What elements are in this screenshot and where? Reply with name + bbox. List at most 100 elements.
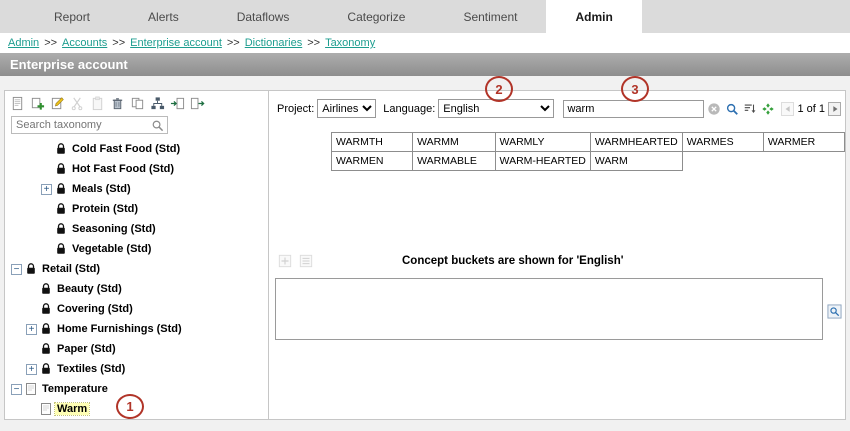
collapse-icon[interactable]: −: [11, 264, 22, 275]
page-icon: [26, 383, 36, 395]
paste-icon[interactable]: [88, 94, 107, 113]
tree-item-label: Cold Fast Food (Std): [70, 143, 182, 155]
terms-toolbar: Project: Airlines Language: English 1 of…: [269, 91, 845, 122]
tree-item-label: Temperature: [40, 383, 110, 395]
tree-item-home-furnishings-std[interactable]: + Home Furnishings (Std): [5, 319, 268, 339]
page-icon: [41, 403, 51, 415]
tab-dataflows[interactable]: Dataflows: [208, 0, 319, 33]
tab-report[interactable]: Report: [25, 0, 119, 33]
tree-item-label: Covering (Std): [55, 303, 135, 315]
tabs-bar: ReportAlertsDataflowsCategorizeSentiment…: [0, 0, 850, 33]
tree-item-paper-std[interactable]: Paper (Std): [5, 339, 268, 359]
lock-icon: [56, 163, 66, 175]
tree-item-cold-fast-food-std[interactable]: Cold Fast Food (Std): [5, 139, 268, 159]
tree-item-label: Retail (Std): [40, 263, 102, 275]
terms-panel: Project: Airlines Language: English 1 of…: [269, 91, 845, 419]
pagination-text: 1 of 1: [797, 103, 825, 115]
expand-icon[interactable]: +: [26, 324, 37, 335]
tree-item-hot-fast-food-std[interactable]: Hot Fast Food (Std): [5, 159, 268, 179]
copy-icon[interactable]: [128, 94, 147, 113]
term-cell[interactable]: WARMEN: [332, 152, 413, 171]
collapse-icon[interactable]: −: [11, 384, 22, 395]
lock-icon: [41, 343, 51, 355]
edit-node-icon[interactable]: [48, 94, 67, 113]
tree-item-protein-std[interactable]: Protein (Std): [5, 199, 268, 219]
term-cell[interactable]: WARMES: [682, 133, 763, 152]
annotation-circle-2: 2: [485, 76, 513, 102]
taxonomy-admin-page: ReportAlertsDataflowsCategorizeSentiment…: [0, 0, 850, 431]
pagination: 1 of 1: [781, 102, 841, 116]
term-search-input[interactable]: [563, 100, 704, 118]
annotation-circle-3: 3: [621, 76, 649, 102]
language-label: Language:: [383, 103, 435, 115]
concept-bucket-box[interactable]: [275, 278, 823, 340]
breadcrumb-link-taxonomy[interactable]: Taxonomy: [325, 37, 375, 49]
tree-item-textiles-std[interactable]: + Textiles (Std): [5, 359, 268, 379]
tree-item-covering-std[interactable]: Covering (Std): [5, 299, 268, 319]
refresh-icon[interactable]: [760, 100, 776, 117]
tab-admin[interactable]: Admin: [546, 0, 641, 33]
clear-search-icon[interactable]: [706, 100, 722, 117]
term-cell[interactable]: WARMABLE: [413, 152, 495, 171]
taxonomy-search-row: [5, 115, 268, 137]
tree-item-beauty-std[interactable]: Beauty (Std): [5, 279, 268, 299]
lock-icon: [56, 243, 66, 255]
concept-lookup-icon[interactable]: [825, 302, 843, 320]
tab-sentiment[interactable]: Sentiment: [434, 0, 546, 33]
search-icon[interactable]: [150, 118, 165, 133]
sort-icon[interactable]: [742, 100, 758, 117]
new-document-icon[interactable]: [8, 94, 27, 113]
run-search-icon[interactable]: [724, 100, 740, 117]
hierarchy-icon[interactable]: [148, 94, 167, 113]
import-icon[interactable]: [168, 94, 187, 113]
tab-categorize[interactable]: Categorize: [318, 0, 434, 33]
project-select[interactable]: Airlines: [317, 99, 376, 118]
prev-page-icon[interactable]: [781, 102, 794, 116]
expand-icon[interactable]: +: [41, 184, 52, 195]
tree-item-label: Home Furnishings (Std): [55, 323, 184, 335]
term-cell[interactable]: WARM-HEARTED: [495, 152, 590, 171]
taxonomy-panel: Cold Fast Food (Std)Hot Fast Food (Std)+…: [5, 91, 269, 419]
tree-item-retail-std[interactable]: − Retail (Std): [5, 259, 268, 279]
tab-alerts[interactable]: Alerts: [119, 0, 208, 33]
term-cell[interactable]: WARMTH: [332, 133, 413, 152]
project-label: Project:: [277, 103, 314, 115]
term-row: WARMTHWARMMWARMLYWARMHEARTEDWARMESWARMER: [332, 133, 845, 152]
lock-icon: [26, 263, 36, 275]
delete-icon[interactable]: [108, 94, 127, 113]
taxonomy-tree: Cold Fast Food (Std)Hot Fast Food (Std)+…: [5, 137, 268, 419]
term-grid: WARMTHWARMMWARMLYWARMHEARTEDWARMESWARMER…: [331, 132, 845, 171]
breadcrumb-separator: >>: [307, 37, 320, 49]
add-category-icon[interactable]: [28, 94, 47, 113]
term-cell[interactable]: WARMHEARTED: [590, 133, 682, 152]
search-taxonomy-input[interactable]: [16, 119, 150, 131]
taxonomy-search-box: [11, 116, 168, 134]
taxonomy-toolbar: [5, 91, 268, 115]
tree-item-label: Paper (Std): [55, 343, 118, 355]
breadcrumb-link-admin[interactable]: Admin: [8, 37, 39, 49]
tree-item-label: Warm: [55, 403, 89, 415]
page-title: Enterprise account: [0, 53, 850, 76]
export-icon[interactable]: [188, 94, 207, 113]
lock-icon: [41, 283, 51, 295]
cut-icon[interactable]: [68, 94, 87, 113]
term-cell[interactable]: WARMLY: [495, 133, 590, 152]
tree-item-meals-std[interactable]: +Meals (Std): [5, 179, 268, 199]
concept-list-icon[interactable]: [296, 251, 315, 270]
tree-item-label: Textiles (Std): [55, 363, 127, 375]
term-cell[interactable]: WARMER: [763, 133, 844, 152]
breadcrumb-link-enterprise-account[interactable]: Enterprise account: [130, 37, 222, 49]
breadcrumb-link-accounts[interactable]: Accounts: [62, 37, 107, 49]
concept-save-icon[interactable]: [275, 251, 294, 270]
breadcrumb: Admin>>Accounts>>Enterprise account>>Dic…: [0, 33, 850, 53]
term-cell[interactable]: WARM: [590, 152, 682, 171]
lock-icon: [56, 203, 66, 215]
term-cell[interactable]: WARMM: [413, 133, 495, 152]
next-page-icon[interactable]: [828, 102, 841, 116]
expand-icon[interactable]: +: [26, 364, 37, 375]
tree-item-seasoning-std[interactable]: Seasoning (Std): [5, 219, 268, 239]
tree-item-label: Beauty (Std): [55, 283, 124, 295]
breadcrumb-link-dictionaries[interactable]: Dictionaries: [245, 37, 302, 49]
tree-item-vegetable-std[interactable]: Vegetable (Std): [5, 239, 268, 259]
lock-icon: [41, 363, 51, 375]
